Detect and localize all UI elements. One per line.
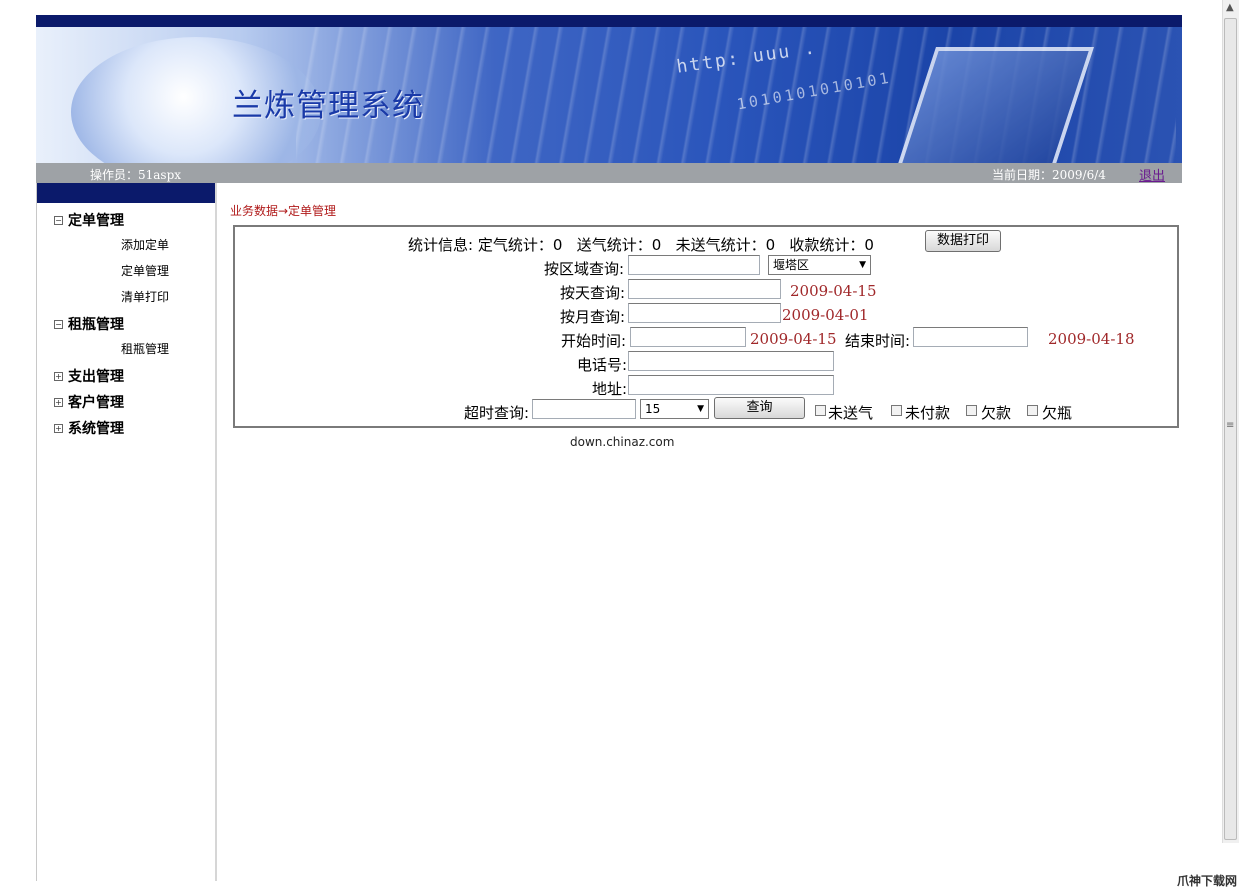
- stats-label: 统计信息:: [408, 236, 474, 254]
- checkbox-label: 未送气: [828, 404, 874, 422]
- breadcrumb: 业务数据→定单管理: [230, 204, 337, 218]
- watermark: 爪神下载网: [1177, 874, 1238, 888]
- menu-group-bottle-rent[interactable]: − 租瓶管理: [54, 314, 124, 334]
- phone-label: 电话号:: [577, 356, 628, 374]
- query-button[interactable]: 查询: [714, 397, 805, 419]
- plus-box-icon[interactable]: +: [54, 397, 63, 407]
- start-time-input[interactable]: [630, 327, 746, 347]
- stat-shou-kuan: 收款统计：0: [789, 236, 874, 254]
- vertical-scrollbar[interactable]: ▲ ≡: [1222, 0, 1239, 843]
- dropdown-arrow-icon: ▼: [697, 404, 704, 414]
- checkbox-label: 欠款: [981, 404, 1012, 422]
- timeout-input[interactable]: [532, 399, 636, 419]
- logout-link[interactable]: 退出: [1139, 165, 1165, 184]
- menu-group-label: 客户管理: [68, 395, 124, 411]
- menu-item-add-order[interactable]: 添加定单: [121, 236, 169, 253]
- area-select-value: 堰塔区: [773, 258, 810, 272]
- current-date: 当前日期：2009/6/4: [992, 168, 1106, 182]
- minus-box-icon[interactable]: −: [54, 215, 63, 225]
- menu-group-customer[interactable]: + 客户管理: [54, 392, 124, 412]
- phone-input[interactable]: [628, 351, 834, 371]
- menu-item-bottle-rent[interactable]: 租瓶管理: [121, 340, 169, 357]
- day-input[interactable]: [628, 279, 781, 299]
- stat-song-qi: 送气统计：0: [576, 236, 662, 254]
- end-time-input[interactable]: [913, 327, 1028, 347]
- menu-group-label: 租瓶管理: [68, 317, 124, 333]
- minus-box-icon[interactable]: −: [54, 319, 63, 329]
- menu-group-label: 系统管理: [68, 421, 124, 437]
- checkbox-not-delivered[interactable]: [815, 405, 826, 416]
- dropdown-arrow-icon: ▼: [859, 260, 866, 270]
- area-label: 按区域查询:: [544, 260, 625, 278]
- month-date: 2009-04-01: [782, 306, 869, 324]
- footer-text: down.chinaz.com: [570, 435, 675, 449]
- operator-label: 操作员：51aspx: [90, 168, 182, 182]
- menu-item-order-manage[interactable]: 定单管理: [121, 262, 169, 279]
- app-title: 兰炼管理系统: [232, 88, 424, 124]
- menu-group-label: 定单管理: [68, 213, 124, 229]
- day-date: 2009-04-15: [790, 282, 877, 300]
- end-time-label: 结束时间:: [845, 332, 911, 350]
- day-label: 按天查询:: [560, 284, 626, 302]
- info-bar: 操作员：51aspx 当前日期：2009/6/4 退出: [36, 163, 1182, 184]
- stats-row: 统计信息: 定气统计：0 送气统计：0 未送气统计：0 收款统计：0: [408, 234, 874, 255]
- header-banner: http: uuu . 1010101010101 兰炼管理系统: [36, 27, 1182, 163]
- checkbox-unpaid[interactable]: [891, 405, 902, 416]
- timeout-select[interactable]: 15 ▼: [640, 399, 709, 419]
- scroll-up-icon[interactable]: ▲: [1226, 2, 1234, 13]
- menu-group-system[interactable]: + 系统管理: [54, 418, 124, 438]
- checkbox-label: 未付款: [905, 404, 951, 422]
- checkbox-owed-money[interactable]: [966, 405, 977, 416]
- checkbox-owed-bottle[interactable]: [1027, 405, 1038, 416]
- timeout-select-value: 15: [645, 402, 661, 416]
- month-label: 按月查询:: [560, 308, 626, 326]
- area-input[interactable]: [628, 255, 760, 275]
- menu-group-label: 支出管理: [68, 369, 124, 385]
- stat-wei-song-qi: 未送气统计：0: [675, 236, 776, 254]
- end-date: 2009-04-18: [1048, 330, 1135, 348]
- area-select[interactable]: 堰塔区 ▼: [768, 255, 871, 275]
- address-label: 地址:: [592, 380, 628, 398]
- top-bar: [36, 15, 1182, 27]
- start-date: 2009-04-15: [750, 330, 837, 348]
- scroll-grip-icon: ≡: [1226, 420, 1235, 431]
- address-input[interactable]: [628, 375, 834, 395]
- stat-ding-qi: 定气统计：0: [477, 236, 563, 254]
- menu-group-expense[interactable]: + 支出管理: [54, 366, 124, 386]
- checkbox-label: 欠瓶: [1042, 404, 1073, 422]
- sidebar-header: [37, 183, 215, 203]
- timeout-label: 超时查询:: [464, 404, 530, 422]
- month-input[interactable]: [628, 303, 781, 323]
- menu-group-orders[interactable]: − 定单管理: [54, 210, 124, 230]
- print-data-button[interactable]: 数据打印: [925, 230, 1001, 252]
- menu-item-list-print[interactable]: 清单打印: [121, 288, 169, 305]
- plus-box-icon[interactable]: +: [54, 423, 63, 433]
- plus-box-icon[interactable]: +: [54, 371, 63, 381]
- start-time-label: 开始时间:: [561, 332, 627, 350]
